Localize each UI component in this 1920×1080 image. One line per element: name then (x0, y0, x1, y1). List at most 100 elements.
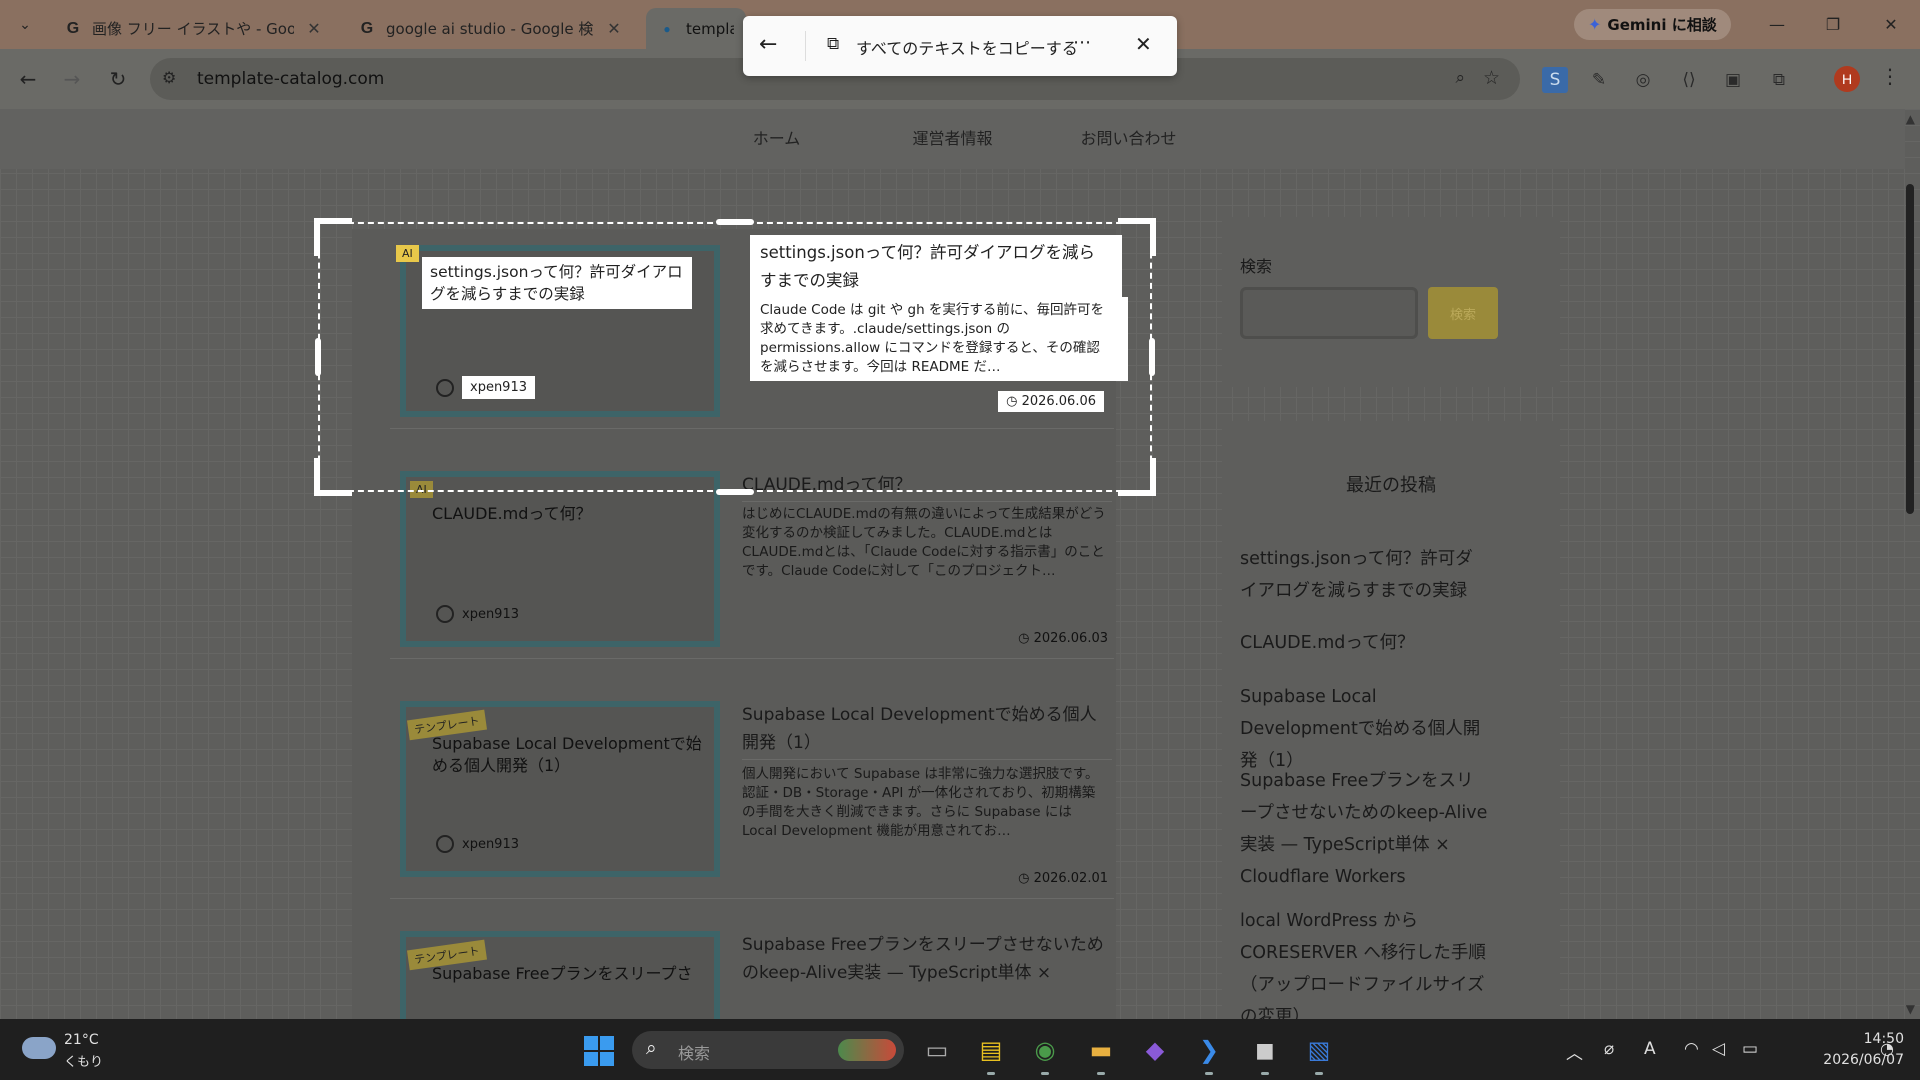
post-excerpt: 個人開発において Supabase は非常に強力な選択肢です。認証・DB・Sto… (742, 766, 1099, 839)
search-input[interactable] (1240, 287, 1418, 339)
google-icon: G (66, 19, 80, 37)
extension-pin-icon[interactable]: ✎ (1586, 67, 1612, 93)
taskbar-search-box[interactable]: ⌕ 検索 (632, 1031, 904, 1069)
thumbnail-title: Supabase Local Developmentで始める個人開発（1） (432, 734, 702, 775)
zoom-icon[interactable]: ⌕ (1455, 68, 1465, 88)
tab-title: 画像 フリー イラストや - Google 検 (92, 20, 294, 38)
scroll-down-arrow-icon[interactable]: ▼ (1906, 1002, 1915, 1016)
extension-circle-icon[interactable]: ◎ (1630, 67, 1656, 93)
profile-avatar[interactable]: H (1834, 66, 1860, 92)
recent-post-link[interactable]: Supabase Freeプランをスリープさせないためのkeep-Alive実装… (1240, 765, 1490, 893)
obsidian-icon[interactable]: ◆ (1136, 1031, 1174, 1069)
selection-handle[interactable] (314, 218, 352, 256)
post-author: xpen913 (436, 835, 519, 853)
cube-app-icon[interactable]: ◼ (1246, 1031, 1284, 1075)
copy-icon[interactable]: ⧉ (827, 34, 839, 54)
tab-template-catalog[interactable]: ● template (646, 8, 746, 49)
weather-temperature[interactable]: 21°C (64, 1032, 99, 1048)
tab-search-chevron-icon[interactable]: ⌄ (10, 13, 40, 37)
selection-handle[interactable] (1149, 338, 1155, 376)
copy-all-text-button[interactable]: すべてのテキストをコピーする (856, 35, 1078, 59)
reload-icon[interactable]: ↻ (102, 63, 134, 95)
selection-handle[interactable] (315, 338, 321, 376)
post-thumbnail[interactable]: AI CLAUDE.mdって何？ xpen913 (400, 471, 720, 647)
forward-arrow-icon[interactable]: → (56, 63, 88, 95)
user-icon (436, 605, 454, 623)
minimize-icon[interactable]: — (1754, 10, 1800, 38)
selection-handle[interactable] (716, 489, 754, 495)
vscode-icon[interactable]: ❯ (1190, 1031, 1228, 1075)
volume-icon[interactable]: ◁ (1712, 1039, 1725, 1059)
nav-about[interactable]: 運営者情報 (865, 109, 1041, 169)
extensions-puzzle-icon[interactable]: ⧉ (1766, 67, 1792, 93)
windows-start-icon[interactable] (584, 1036, 614, 1066)
clock-icon: ◷ (1018, 871, 1034, 886)
gemini-button[interactable]: ✦ Gemini に相談 (1574, 9, 1731, 40)
scrollbar-thumb[interactable] (1906, 184, 1914, 514)
selection-handle[interactable] (1118, 458, 1156, 496)
post-title[interactable]: Supabase Freeプランをスリープさせないためのkeep-Alive実装… (742, 931, 1112, 989)
recent-post-link[interactable]: Supabase Local Developmentで始める個人開発（1） (1240, 681, 1490, 777)
recent-posts-widget: 最近の投稿 settings.jsonって何？許可ダイアログを減らすまでの実録 … (1222, 421, 1560, 1019)
site-info-icon[interactable]: ⚙ (162, 68, 176, 87)
recent-post-link[interactable]: CLAUDE.mdって何？ (1240, 627, 1490, 659)
nav-home[interactable]: ホーム (689, 109, 865, 169)
cloud-icon[interactable] (22, 1037, 56, 1059)
post-date: ◷ 2026.02.01 (1018, 871, 1108, 886)
post-author: xpen913 (436, 605, 519, 623)
extension-s-icon[interactable]: S (1542, 67, 1568, 93)
selection-handle[interactable] (314, 458, 352, 496)
bookmark-star-icon[interactable]: ☆ (1483, 67, 1500, 89)
search-button[interactable]: 検索 (1428, 287, 1498, 339)
post-excerpt: はじめにCLAUDE.mdの有無の違いによって生成結果がどう変化するのか検証して… (742, 506, 1106, 579)
post-thumbnail[interactable]: テンプレート Supabase Local Developmentで始める個人開… (400, 701, 720, 877)
url-text[interactable]: template-catalog.com (197, 69, 384, 89)
weather-description[interactable]: くもり (64, 1051, 103, 1070)
post-card[interactable]: テンプレート Supabase Local Developmentで始める個人開… (390, 689, 1114, 899)
post-title[interactable]: Supabase Local Developmentで始める個人開発（1） (742, 701, 1112, 760)
chrome-icon[interactable]: ◉ (1026, 1031, 1064, 1075)
post-thumbnail[interactable]: テンプレート Supabase Freeプランをスリープさ (400, 931, 720, 1019)
window-close-icon[interactable]: ✕ (1868, 10, 1914, 38)
author-name: xpen913 (462, 606, 519, 622)
user-icon (436, 835, 454, 853)
photos-app-icon[interactable]: ▧ (1300, 1031, 1338, 1075)
notification-bell-icon[interactable]: ◔ (1880, 1039, 1894, 1058)
site-favicon-icon: ● (663, 21, 671, 36)
back-arrow-icon[interactable]: ← (12, 63, 44, 95)
file-explorer-icon[interactable]: ▬ (1082, 1031, 1120, 1075)
sticky-notes-icon[interactable]: ▤ (972, 1031, 1010, 1075)
task-view-icon[interactable]: ▭ (918, 1031, 956, 1069)
divider (805, 31, 806, 61)
nav-contact[interactable]: お問い合わせ (1041, 109, 1217, 169)
selection-handle[interactable] (716, 219, 754, 225)
thumbnail-title: CLAUDE.mdって何？ (432, 504, 592, 523)
battery-icon[interactable]: ▭ (1742, 1039, 1758, 1059)
text-capture-toolbar: ← ⧉ すべてのテキストをコピーする ⋯ ✕ (743, 16, 1177, 76)
tray-chevron-up-icon[interactable]: ︿ (1566, 1039, 1583, 1064)
back-arrow-icon[interactable]: ← (759, 32, 777, 57)
restore-icon[interactable]: ❐ (1810, 10, 1856, 38)
tab-google-search[interactable]: G google ai studio - Google 検索 ✕ (346, 8, 636, 49)
capture-selection-region[interactable] (314, 218, 1156, 496)
close-icon[interactable]: ✕ (604, 19, 624, 38)
extension-code-icon[interactable]: ⟨⟩ (1676, 67, 1702, 93)
recent-post-link[interactable]: local WordPress から CORESERVER へ移行した手順（アッ… (1240, 905, 1490, 1019)
scroll-up-arrow-icon[interactable]: ▲ (1906, 112, 1915, 126)
post-card[interactable]: テンプレート Supabase Freeプランをスリープさ Supabase F… (390, 919, 1114, 1019)
tab-title: google ai studio - Google 検索 (386, 20, 594, 38)
more-options-icon[interactable]: ⋯ (1073, 32, 1091, 53)
author-name: xpen913 (462, 836, 519, 852)
camera-icon[interactable]: ▣ (1720, 67, 1746, 93)
close-icon[interactable]: ✕ (1135, 32, 1152, 56)
search-highlight-image (838, 1039, 896, 1061)
ime-a-icon[interactable]: A (1644, 1039, 1656, 1059)
network-off-icon[interactable]: ⌀ (1604, 1039, 1614, 1059)
tab-google-images[interactable]: G 画像 フリー イラストや - Google 検 ✕ (52, 8, 336, 49)
browser-menu-icon[interactable]: ⋮ (1880, 64, 1900, 88)
close-icon[interactable]: ✕ (304, 19, 324, 38)
recent-post-link[interactable]: settings.jsonって何？許可ダイアログを減らすまでの実録 (1240, 543, 1490, 607)
selection-handle[interactable] (1118, 218, 1156, 256)
wifi-icon[interactable]: ◠ (1684, 1039, 1699, 1059)
search-label: 検索 (1240, 257, 1273, 276)
